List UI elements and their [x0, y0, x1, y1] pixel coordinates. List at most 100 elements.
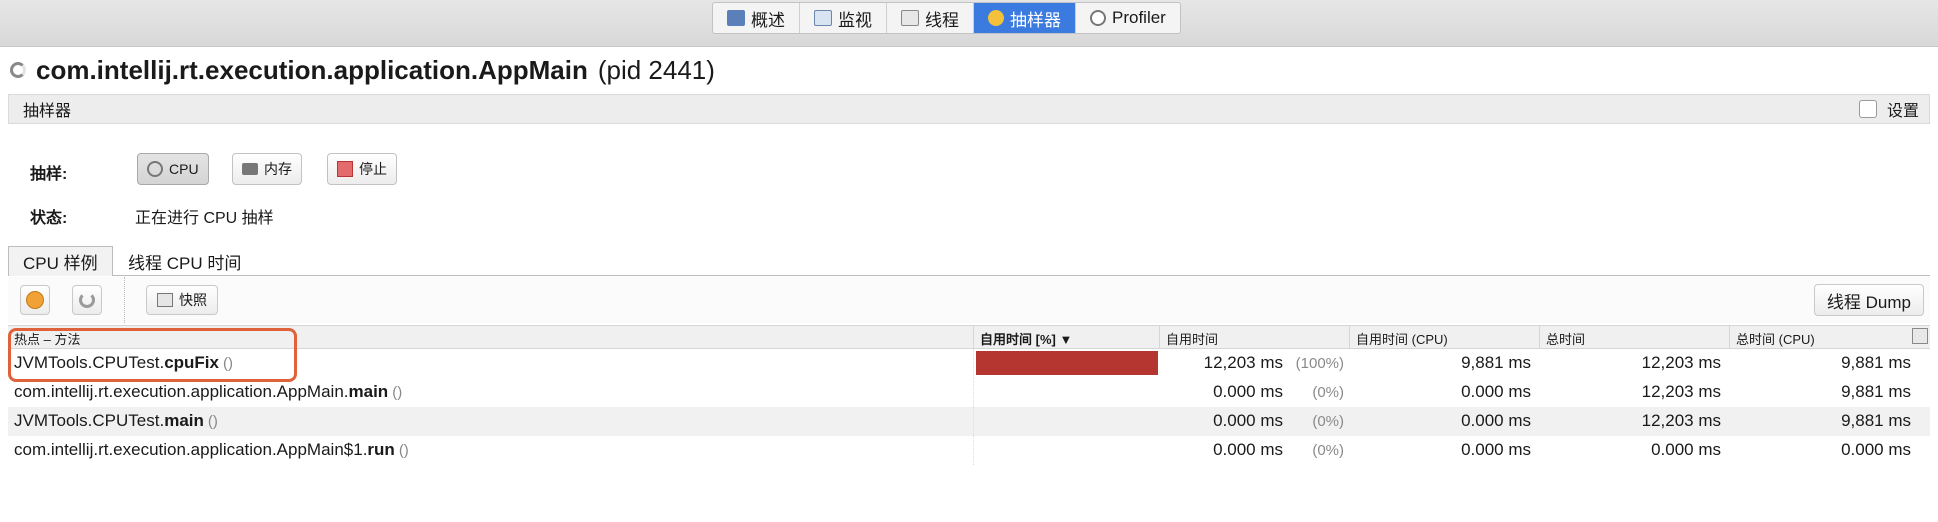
snapshot-button[interactable]: 快照 [146, 285, 218, 315]
self-time-value: 0.000 ms [1213, 382, 1283, 401]
column-header-self-time[interactable]: 自用时间 [1166, 329, 1218, 347]
column-header-method[interactable]: 热点 – 方法 [14, 329, 80, 347]
tab-threads-label: 线程 [925, 10, 959, 30]
column-divider [973, 349, 974, 378]
threads-icon [901, 10, 919, 26]
tab-sampler-label: 抽样器 [1010, 10, 1061, 30]
loading-spinner-icon [10, 62, 26, 78]
method-class: JVMTools.CPUTest. [14, 353, 165, 372]
total-cpu-value: 9,881 ms [1841, 353, 1911, 372]
column-header-self-time-cpu[interactable]: 自用时间 (CPU) [1356, 329, 1448, 347]
column-divider [973, 326, 974, 348]
toolbar-divider [124, 277, 125, 323]
total-time-value: 0.000 ms [1651, 440, 1721, 459]
table-row[interactable]: com.intellij.rt.execution.application.Ap… [8, 378, 1930, 407]
tab-monitor[interactable]: 监视 [800, 3, 887, 33]
method-identifier: run [367, 440, 395, 459]
view-tabs: 概述 监视 线程 抽样器 Profiler [712, 2, 1181, 34]
monitor-icon [814, 10, 832, 26]
column-divider [1729, 326, 1730, 348]
tab-cpu-samples[interactable]: CPU 样例 [8, 246, 113, 276]
memory-sample-button[interactable]: 内存 [232, 153, 302, 185]
method-identifier: main [348, 382, 389, 401]
tab-overview[interactable]: 概述 [713, 3, 800, 33]
application-name: com.intellij.rt.execution.application.Ap… [36, 54, 588, 85]
column-header-total-time[interactable]: 总时间 [1546, 329, 1585, 347]
method-args: () [398, 442, 409, 459]
self-time-percent: (0%) [1312, 413, 1344, 430]
self-time-percent: (0%) [1312, 384, 1344, 401]
pause-icon [26, 291, 44, 309]
self-cpu-value: 0.000 ms [1461, 411, 1531, 430]
hotspot-table: 热点 – 方法 自用时间 [%] ▼ 自用时间 自用时间 (CPU) 总时间 总… [8, 325, 1930, 465]
total-time-value: 12,203 ms [1641, 411, 1721, 430]
method-name: com.intellij.rt.execution.application.Ap… [14, 382, 402, 402]
table-row[interactable]: JVMTools.CPUTest.cpuFix() 12,203 ms (100… [8, 349, 1930, 378]
tab-thread-cpu-time-label: 线程 CPU 时间 [128, 253, 242, 273]
total-time-value: 12,203 ms [1641, 382, 1721, 401]
cpu-icon [147, 161, 163, 177]
overview-icon [727, 10, 745, 26]
settings-toggle[interactable]: 设置 [1858, 97, 1919, 121]
method-identifier: main [164, 411, 204, 430]
column-header-total-time-cpu[interactable]: 总时间 (CPU) [1736, 329, 1815, 347]
tab-threads[interactable]: 线程 [887, 3, 974, 33]
method-identifier: cpuFix [164, 353, 219, 372]
snapshot-icon [157, 293, 173, 307]
profiler-icon [1090, 10, 1106, 26]
self-time-percent: (100%) [1295, 355, 1344, 372]
method-name: JVMTools.CPUTest.cpuFix() [14, 353, 233, 373]
tab-sampler[interactable]: 抽样器 [974, 3, 1076, 33]
thread-dump-label: 线程 Dump [1826, 292, 1911, 312]
thread-dump-button[interactable]: 线程 Dump [1813, 284, 1924, 316]
self-time-value: 12,203 ms [1203, 353, 1283, 372]
column-divider [1159, 326, 1160, 348]
method-args: () [392, 384, 403, 401]
tab-overview-label: 概述 [751, 10, 785, 30]
cpu-sample-button[interactable]: CPU [137, 153, 209, 185]
table-header: 热点 – 方法 自用时间 [%] ▼ 自用时间 自用时间 (CPU) 总时间 总… [8, 325, 1930, 349]
method-args: () [207, 413, 218, 430]
column-divider [973, 407, 974, 436]
column-header-self-time-percent[interactable]: 自用时间 [%] ▼ [980, 329, 1072, 347]
tab-thread-cpu-time[interactable]: 线程 CPU 时间 [114, 246, 255, 276]
stop-button-label: 停止 [359, 161, 387, 177]
cpu-button-label: CPU [169, 161, 199, 177]
sampling-label: 抽样: [30, 166, 68, 183]
memory-button-label: 内存 [264, 161, 292, 177]
method-class: JVMTools.CPUTest. [14, 411, 165, 430]
tab-profiler-label: Profiler [1112, 8, 1166, 27]
total-time-value: 12,203 ms [1641, 353, 1721, 372]
self-cpu-value: 0.000 ms [1461, 382, 1531, 401]
status-value: 正在进行 CPU 抽样 [135, 210, 274, 227]
sampler-icon [988, 10, 1004, 26]
self-cpu-value: 0.000 ms [1461, 440, 1531, 459]
method-name: JVMTools.CPUTest.main() [14, 411, 218, 431]
top-tab-bar: 概述 监视 线程 抽样器 Profiler [0, 0, 1938, 47]
self-time-bar [976, 351, 1158, 375]
stop-sample-button[interactable]: 停止 [327, 153, 397, 185]
sampler-sub-tabs: CPU 样例 线程 CPU 时间 [8, 246, 1930, 276]
total-cpu-value: 0.000 ms [1841, 440, 1911, 459]
table-row[interactable]: com.intellij.rt.execution.application.Ap… [8, 436, 1930, 465]
tab-profiler[interactable]: Profiler [1076, 3, 1180, 33]
settings-label: 设置 [1886, 103, 1919, 120]
self-time-value: 0.000 ms [1213, 440, 1283, 459]
pause-button[interactable] [20, 285, 50, 315]
snapshot-label: 快照 [179, 292, 207, 308]
method-class: com.intellij.rt.execution.application.Ap… [14, 440, 368, 459]
stop-icon [337, 161, 353, 177]
method-args: () [223, 355, 233, 372]
memory-icon [242, 163, 258, 175]
table-row[interactable]: JVMTools.CPUTest.main() 0.000 ms (0%) 0.… [8, 407, 1930, 436]
total-cpu-value: 9,881 ms [1841, 382, 1911, 401]
page-title: com.intellij.rt.execution.application.Ap… [10, 52, 715, 88]
column-chooser-icon[interactable] [1912, 328, 1928, 344]
refresh-button[interactable] [72, 285, 102, 315]
sampler-section-header: 抽样器 设置 [8, 94, 1930, 124]
column-divider [1349, 326, 1350, 348]
method-name: com.intellij.rt.execution.application.Ap… [14, 440, 409, 460]
tab-monitor-label: 监视 [838, 10, 872, 30]
settings-checkbox[interactable] [1858, 100, 1877, 118]
status-label: 状态: [30, 210, 68, 227]
